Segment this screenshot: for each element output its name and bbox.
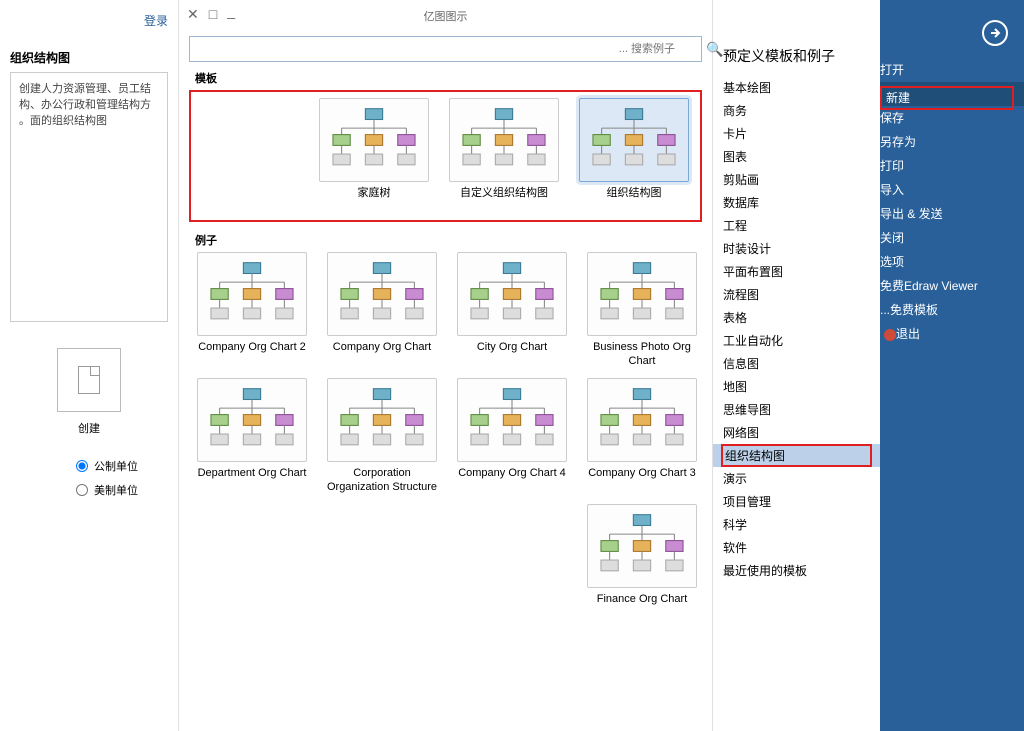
category-item[interactable]: 演示: [713, 467, 880, 490]
category-item[interactable]: 最近使用的模板: [713, 559, 880, 582]
rail-item-10[interactable]: 免费模板...: [880, 298, 1024, 322]
category-item[interactable]: 流程图: [713, 283, 880, 306]
unit-radio-input[interactable]: [76, 460, 88, 472]
category-item[interactable]: 商务: [713, 99, 880, 122]
file-menu-rail: 打开新建保存另存为打印导入导出 & 发送关闭选项免费Edraw Viewer免费…: [880, 0, 1024, 731]
template-thumb: [587, 504, 697, 588]
rail-item-5[interactable]: 导入: [880, 178, 1024, 202]
create-button[interactable]: [57, 348, 121, 412]
rail-item-6[interactable]: 导出 & 发送: [880, 202, 1024, 226]
rail-item-11[interactable]: 退出: [880, 322, 1024, 346]
unit-radio-input[interactable]: [76, 484, 88, 496]
rail-item-9[interactable]: 免费Edraw Viewer: [880, 274, 1024, 298]
templates-highlight-box: 组织结构图 自定义组织结构图 家庭树: [189, 90, 702, 222]
unit-radio-label: 美制单位: [94, 482, 138, 498]
examples-section-label: 例子: [189, 228, 702, 252]
category-item[interactable]: 工业自动化: [713, 329, 880, 352]
rail-item-3[interactable]: 另存为: [880, 130, 1024, 154]
preview-panel: 登录 组织结构图 创建人力资源管理、员工结构、办公行政和管理结构方面的组织结构图…: [0, 0, 178, 731]
category-item[interactable]: 图表: [713, 145, 880, 168]
template-card[interactable]: 自定义组织结构图: [444, 98, 564, 214]
close-icon[interactable]: ✕: [187, 6, 199, 23]
app-name: 亿图图示: [424, 8, 468, 24]
category-item[interactable]: 信息图: [713, 352, 880, 375]
template-card[interactable]: Company Org Chart 3: [582, 378, 702, 494]
template-thumb: [319, 98, 429, 182]
preview-description: 创建人力资源管理、员工结构、办公行政和管理结构方面的组织结构图。: [10, 72, 168, 322]
template-caption: Finance Org Chart: [597, 592, 687, 620]
preview-title: 组织结构图: [10, 49, 168, 66]
template-thumb: [457, 252, 567, 336]
template-thumb: [449, 98, 559, 182]
template-thumb: [587, 252, 697, 336]
category-item[interactable]: 项目管理: [713, 490, 880, 513]
template-caption: 家庭树: [358, 186, 391, 214]
template-card[interactable]: Company Org Chart 4: [452, 378, 572, 494]
template-caption: 组织结构图: [607, 186, 662, 214]
template-caption: City Org Chart: [477, 340, 547, 368]
back-circle-icon[interactable]: [982, 20, 1008, 46]
template-card[interactable]: Business Photo Org Chart: [582, 252, 702, 368]
category-item[interactable]: 数据库: [713, 191, 880, 214]
template-card[interactable]: 组织结构图: [574, 98, 694, 214]
rail-item-0[interactable]: 打开: [880, 58, 1024, 82]
unit-radio-label: 公制单位: [94, 458, 138, 474]
template-thumb: [579, 98, 689, 182]
category-heading: 预定义模板和例子: [713, 44, 880, 76]
template-card[interactable]: 家庭树: [314, 98, 434, 214]
template-card[interactable]: Department Org Chart: [192, 378, 312, 494]
category-item[interactable]: 软件: [713, 536, 880, 559]
category-item[interactable]: 卡片: [713, 122, 880, 145]
template-caption: 自定义组织结构图: [460, 186, 548, 214]
template-card[interactable]: Company Org Chart: [322, 252, 442, 368]
category-item[interactable]: 平面布置图: [713, 260, 880, 283]
template-caption: Company Org Chart 3: [588, 466, 696, 494]
search-input[interactable]: [189, 36, 702, 62]
category-item[interactable]: 地图: [713, 375, 880, 398]
category-item[interactable]: 时装设计: [713, 237, 880, 260]
template-thumb: [457, 378, 567, 462]
template-thumb: [197, 252, 307, 336]
search-icon[interactable]: 🔍: [702, 36, 728, 62]
templates-section-label: 模板: [189, 66, 702, 90]
unit-radio[interactable]: 公制单位: [76, 458, 138, 474]
titlebar: ✕ □ _ 亿图图示: [179, 0, 712, 32]
category-item[interactable]: 思维导图: [713, 398, 880, 421]
category-panel: 预定义模板和例子 基本绘图商务卡片图表剪贴画数据库工程时装设计平面布置图流程图表…: [712, 0, 880, 731]
minimize-icon[interactable]: _: [227, 3, 235, 20]
template-thumb: [587, 378, 697, 462]
template-thumb: [327, 378, 437, 462]
rail-item-1[interactable]: 新建: [880, 82, 1024, 106]
template-caption: Company Org Chart 4: [458, 466, 566, 494]
maximize-icon[interactable]: □: [209, 6, 217, 23]
category-item[interactable]: 剪贴画: [713, 168, 880, 191]
rail-item-4[interactable]: 打印: [880, 154, 1024, 178]
category-item[interactable]: 网络图: [713, 421, 880, 444]
page-icon: [78, 366, 100, 394]
template-thumb: [327, 252, 437, 336]
template-caption: Company Org Chart: [333, 340, 431, 368]
template-caption: Company Org Chart 2: [198, 340, 306, 368]
category-item[interactable]: 基本绘图: [713, 76, 880, 99]
exit-icon: [884, 329, 896, 341]
template-card[interactable]: Corporation Organization Structure: [322, 378, 442, 494]
category-item[interactable]: 科学: [713, 513, 880, 536]
template-caption: Corporation Organization Structure: [322, 466, 442, 494]
category-item[interactable]: 组织结构图: [713, 444, 880, 467]
unit-radio[interactable]: 美制单位: [76, 482, 138, 498]
template-thumb: [197, 378, 307, 462]
template-card[interactable]: Finance Org Chart: [582, 504, 702, 620]
template-caption: Business Photo Org Chart: [582, 340, 702, 368]
template-gallery: ✕ □ _ 亿图图示 🔍 模板 组织结构图: [178, 0, 712, 731]
template-caption: Department Org Chart: [198, 466, 307, 494]
rail-item-2[interactable]: 保存: [880, 106, 1024, 130]
template-card[interactable]: City Org Chart: [452, 252, 572, 368]
rail-item-8[interactable]: 选项: [880, 250, 1024, 274]
category-item[interactable]: 工程: [713, 214, 880, 237]
category-item[interactable]: 表格: [713, 306, 880, 329]
rail-item-7[interactable]: 关闭: [880, 226, 1024, 250]
login-link[interactable]: 登录: [10, 6, 168, 49]
template-card[interactable]: Company Org Chart 2: [192, 252, 312, 368]
create-label: 创建: [10, 420, 168, 436]
